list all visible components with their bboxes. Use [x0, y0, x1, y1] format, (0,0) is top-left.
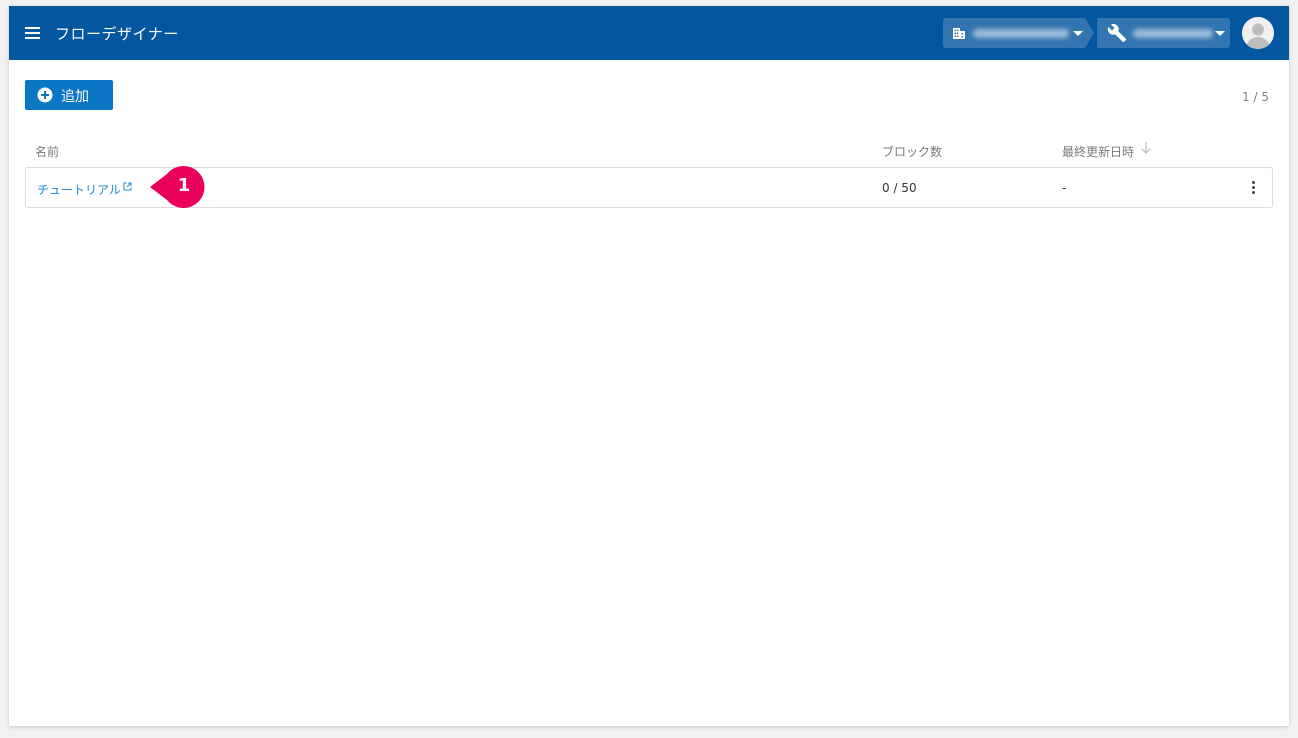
organization-selector[interactable]: ████████████ — [943, 18, 1085, 48]
user-avatar-icon[interactable] — [1242, 17, 1274, 49]
add-button[interactable]: 追加 — [25, 80, 113, 110]
tool-name-redacted: ████████████ — [1133, 29, 1213, 38]
app-window: フローデザイナー ████████████ — [9, 6, 1289, 726]
organization-name-redacted: ████████████ — [973, 29, 1069, 38]
flow-name: チュートリアル — [37, 183, 121, 197]
tool-selector[interactable]: ████████████ — [1097, 18, 1230, 48]
breadcrumb-separator — [1085, 18, 1094, 48]
person-icon — [1242, 17, 1274, 49]
column-header-updated[interactable]: 最終更新日時 — [1062, 143, 1134, 160]
arrow-down-icon[interactable] — [1140, 141, 1152, 155]
more-vertical-icon[interactable] — [1247, 179, 1259, 197]
column-header-blocks[interactable]: ブロック数 — [882, 143, 942, 160]
plus-circle-icon — [37, 87, 53, 103]
external-link-icon — [123, 182, 132, 191]
building-icon — [953, 28, 965, 39]
block-count: 0 / 50 — [882, 181, 917, 195]
column-header-name[interactable]: 名前 — [35, 143, 59, 160]
chevron-down-icon — [1073, 31, 1083, 36]
flow-name-link[interactable]: チュートリアル — [37, 181, 132, 198]
last-updated: - — [1062, 181, 1067, 195]
app-header: フローデザイナー ████████████ — [9, 6, 1289, 60]
wrench-icon — [1107, 23, 1127, 43]
app-title: フローデザイナー — [55, 25, 179, 43]
table-row: チュートリアル 0 / 50 - — [25, 167, 1273, 208]
add-button-label: 追加 — [61, 89, 89, 105]
hamburger-menu-icon[interactable] — [25, 26, 40, 39]
chevron-down-icon — [1215, 31, 1225, 36]
pagination-indicator: 1 / 5 — [1242, 90, 1269, 104]
